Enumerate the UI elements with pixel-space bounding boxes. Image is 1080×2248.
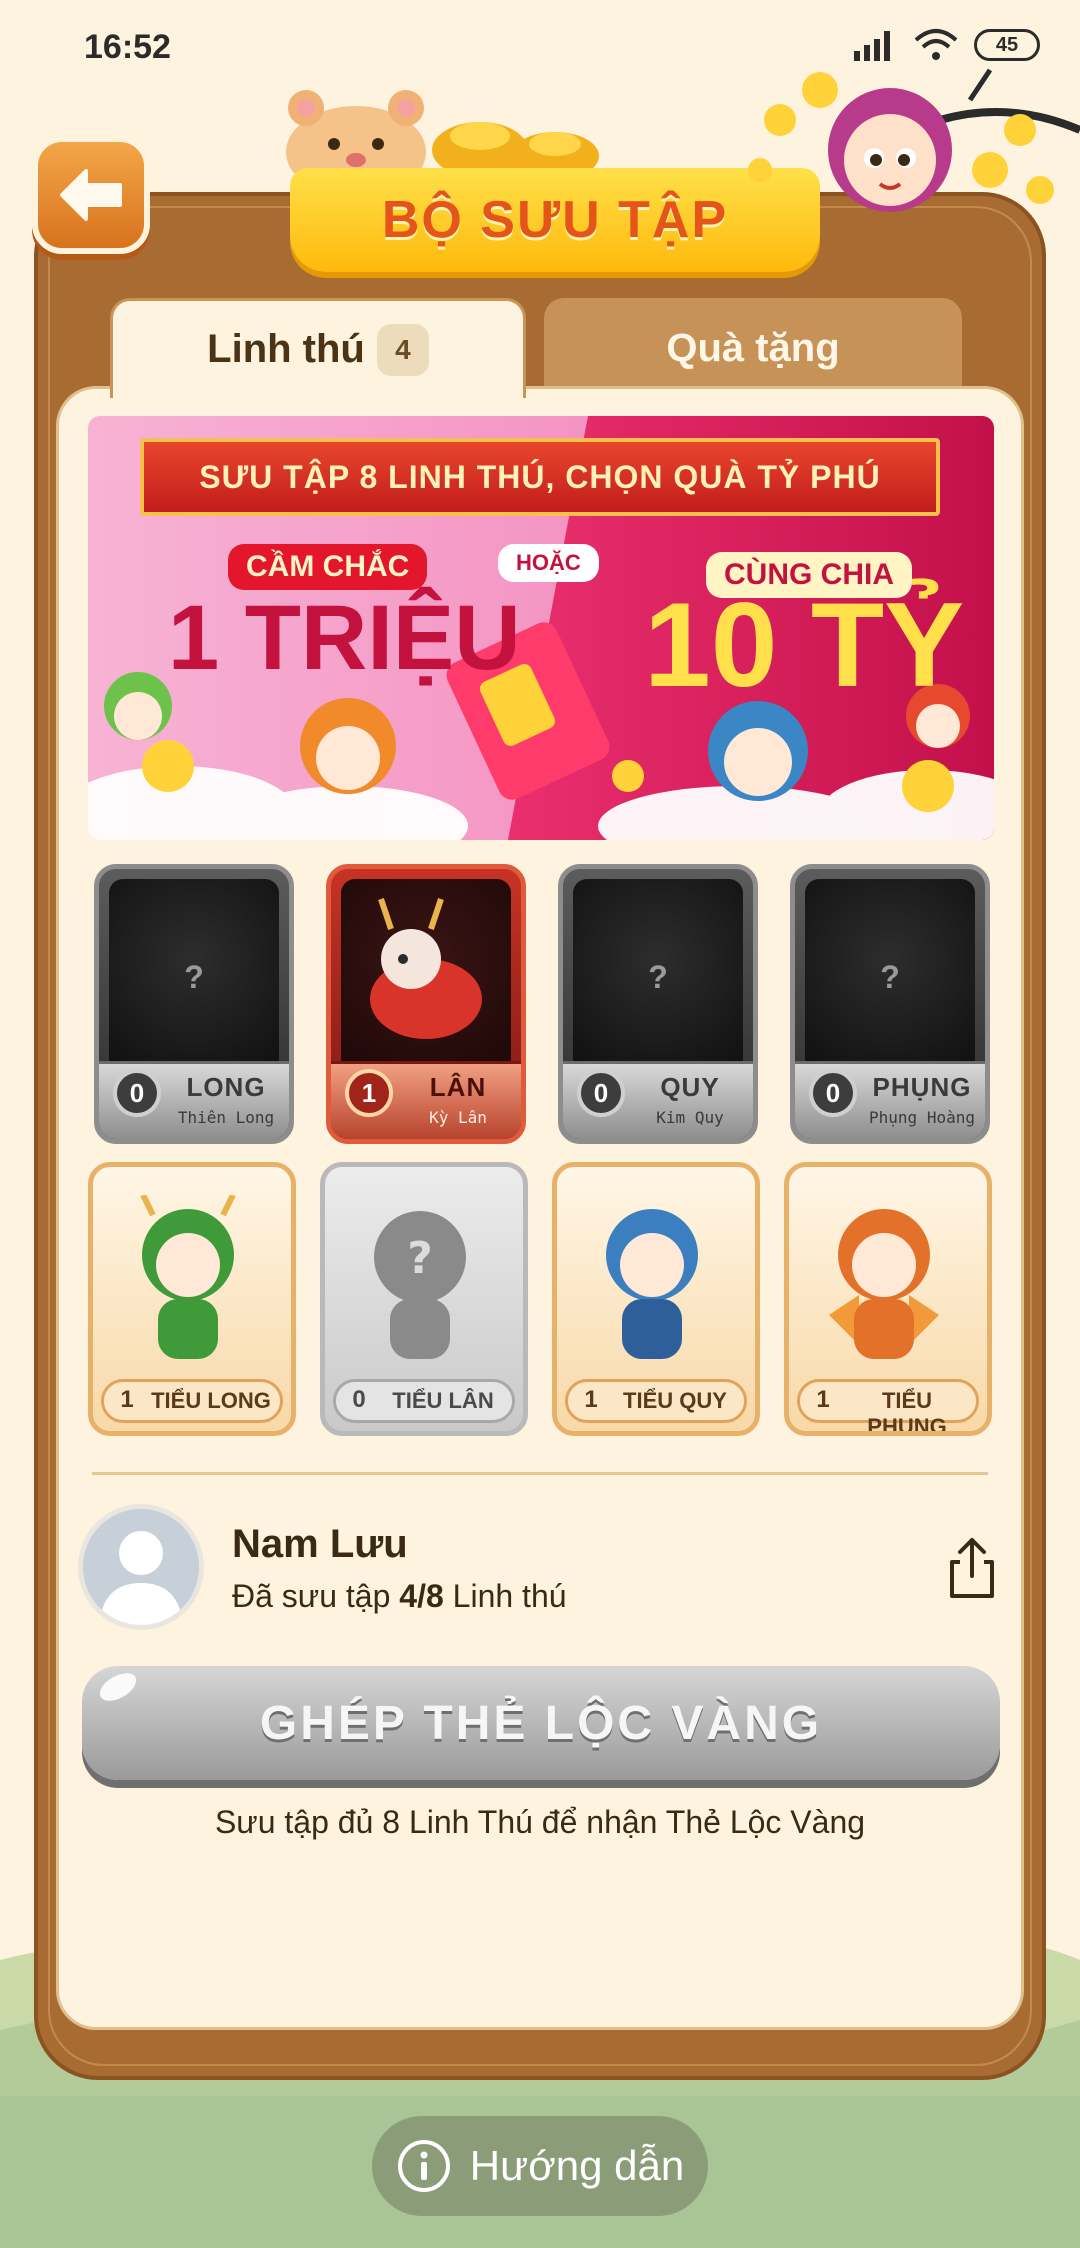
ky-lan-illustration <box>370 898 482 1039</box>
card-art <box>341 879 511 1079</box>
card-name: PHỤNG <box>872 1072 972 1102</box>
card-phung[interactable]: ? PHỤNG Phụng Hoàng 0 <box>790 864 990 1144</box>
card-count: 1 <box>345 1069 393 1117</box>
card-count: 0 <box>809 1069 857 1117</box>
card-subtitle: Phụng Hoàng <box>869 1108 975 1127</box>
section-divider <box>92 1472 988 1475</box>
card-plate: 1 TIỂU LONG <box>101 1379 283 1423</box>
card-quy[interactable]: ? QUY Kim Quy 0 <box>558 864 758 1144</box>
card-name: TIỂU LÂN <box>392 1388 494 1413</box>
card-tieu-lan[interactable]: ? 0 TIỂU LÂN <box>320 1162 528 1436</box>
promo-banner[interactable]: SƯU TẬP 8 LINH THÚ, CHỌN QUÀ TỶ PHÚ CẦM … <box>88 416 994 840</box>
user-placeholder-icon <box>83 1509 199 1625</box>
card-plate: 0 TIỂU LÂN <box>333 1379 515 1423</box>
svg-text:?: ? <box>407 1233 433 1284</box>
progress-suffix: Linh thú <box>443 1578 567 1614</box>
tieu-phung-illustration <box>829 1209 939 1359</box>
info-icon <box>397 2140 450 2192</box>
combine-button-label: GHÉP THẺ LỘC VÀNG <box>259 1696 823 1750</box>
share-button[interactable] <box>944 1536 1000 1600</box>
card-art-silhouette: ? <box>573 879 743 1079</box>
promo-ribbon-text: SƯU TẬP 8 LINH THÚ, CHỌN QUÀ TỶ PHÚ <box>140 438 940 516</box>
promo-or: HOẶC <box>498 544 599 582</box>
card-tieu-long[interactable]: 1 TIỂU LONG <box>88 1162 296 1436</box>
tab-qua-tang-label: Quà tặng <box>666 325 840 370</box>
tieu-long-illustration <box>140 1195 236 1359</box>
card-plate: 1 TIỂU PHỤNG <box>797 1379 979 1431</box>
card-count: 0 <box>352 1386 366 1413</box>
card-subtitle: Kỳ Lân <box>429 1108 487 1127</box>
card-name: TIỂU QUY <box>623 1388 727 1413</box>
card-subtitle: Thiên Long <box>177 1108 275 1127</box>
card-tieu-phung[interactable]: 1 TIỂU PHỤNG <box>784 1162 992 1436</box>
card-count: 1 <box>120 1386 134 1413</box>
promo-left-caption: CẦM CHẮC <box>228 544 428 590</box>
card-name: LONG <box>186 1072 266 1102</box>
tab-linh-thu[interactable]: Linh thú 4 <box>110 298 526 398</box>
back-button[interactable] <box>32 136 150 254</box>
guide-label: Hướng dẫn <box>469 2142 685 2189</box>
status-time: 16:52 <box>84 28 171 66</box>
card-tieu-quy[interactable]: 1 TIỂU QUY <box>552 1162 760 1436</box>
signal-icon <box>854 31 890 61</box>
button-shine <box>95 1667 141 1707</box>
combine-hint: Sưu tập đủ 8 Linh Thú để nhận Thẻ Lộc Và… <box>214 1804 866 1840</box>
card-plate: 1 TIỂU QUY <box>565 1379 747 1423</box>
card-count: 0 <box>577 1069 625 1117</box>
guide-button[interactable]: Hướng dẫn <box>372 2116 708 2216</box>
share-icon <box>950 1538 994 1598</box>
avatar <box>78 1504 204 1630</box>
tieu-lan-silhouette: ? <box>374 1211 466 1359</box>
card-name: TIỂU PHỤNG <box>867 1388 947 1436</box>
arrow-left-icon <box>60 169 122 221</box>
tieu-quy-illustration <box>606 1209 698 1359</box>
promo-right-amount: 10 TỶ <box>644 578 965 712</box>
page-title: BỘ SƯU TẬP <box>381 191 729 249</box>
progress-value: 4/8 <box>399 1578 444 1614</box>
card-name: QUY <box>660 1072 720 1102</box>
collection-progress: Đã sưu tập 4/8 Linh thú <box>232 1578 567 1615</box>
card-art-silhouette: ? <box>805 879 975 1079</box>
progress-prefix: Đã sưu tập <box>232 1578 400 1614</box>
tab-count-badge: 4 <box>376 323 429 376</box>
card-long[interactable]: ? LONG Thiên Long 0 <box>94 864 294 1144</box>
status-icons: 45 <box>854 28 1040 62</box>
card-name: LÂN <box>429 1072 487 1102</box>
tab-linh-thu-label: Linh thú <box>207 327 365 371</box>
card-subtitle: Kim Quy <box>656 1108 724 1127</box>
promo-left-amount: 1 TRIỆU <box>168 587 521 689</box>
card-count: 0 <box>113 1069 161 1117</box>
card-art-silhouette: ? <box>109 879 279 1079</box>
card-count: 1 <box>816 1386 830 1413</box>
battery-indicator: 45 <box>974 29 1040 61</box>
card-count: 1 <box>584 1386 598 1413</box>
tab-qua-tang[interactable]: Quà tặng <box>544 298 962 398</box>
combine-card-button[interactable]: GHÉP THẺ LỘC VÀNG <box>82 1666 1000 1780</box>
user-name: Nam Lưu <box>232 1522 408 1566</box>
card-name: TIỂU LONG <box>151 1388 271 1413</box>
blossom-mascot-decoration <box>748 68 1080 212</box>
card-lan[interactable]: LÂN Kỳ Lân 1 <box>326 864 526 1144</box>
wifi-icon <box>914 29 958 60</box>
